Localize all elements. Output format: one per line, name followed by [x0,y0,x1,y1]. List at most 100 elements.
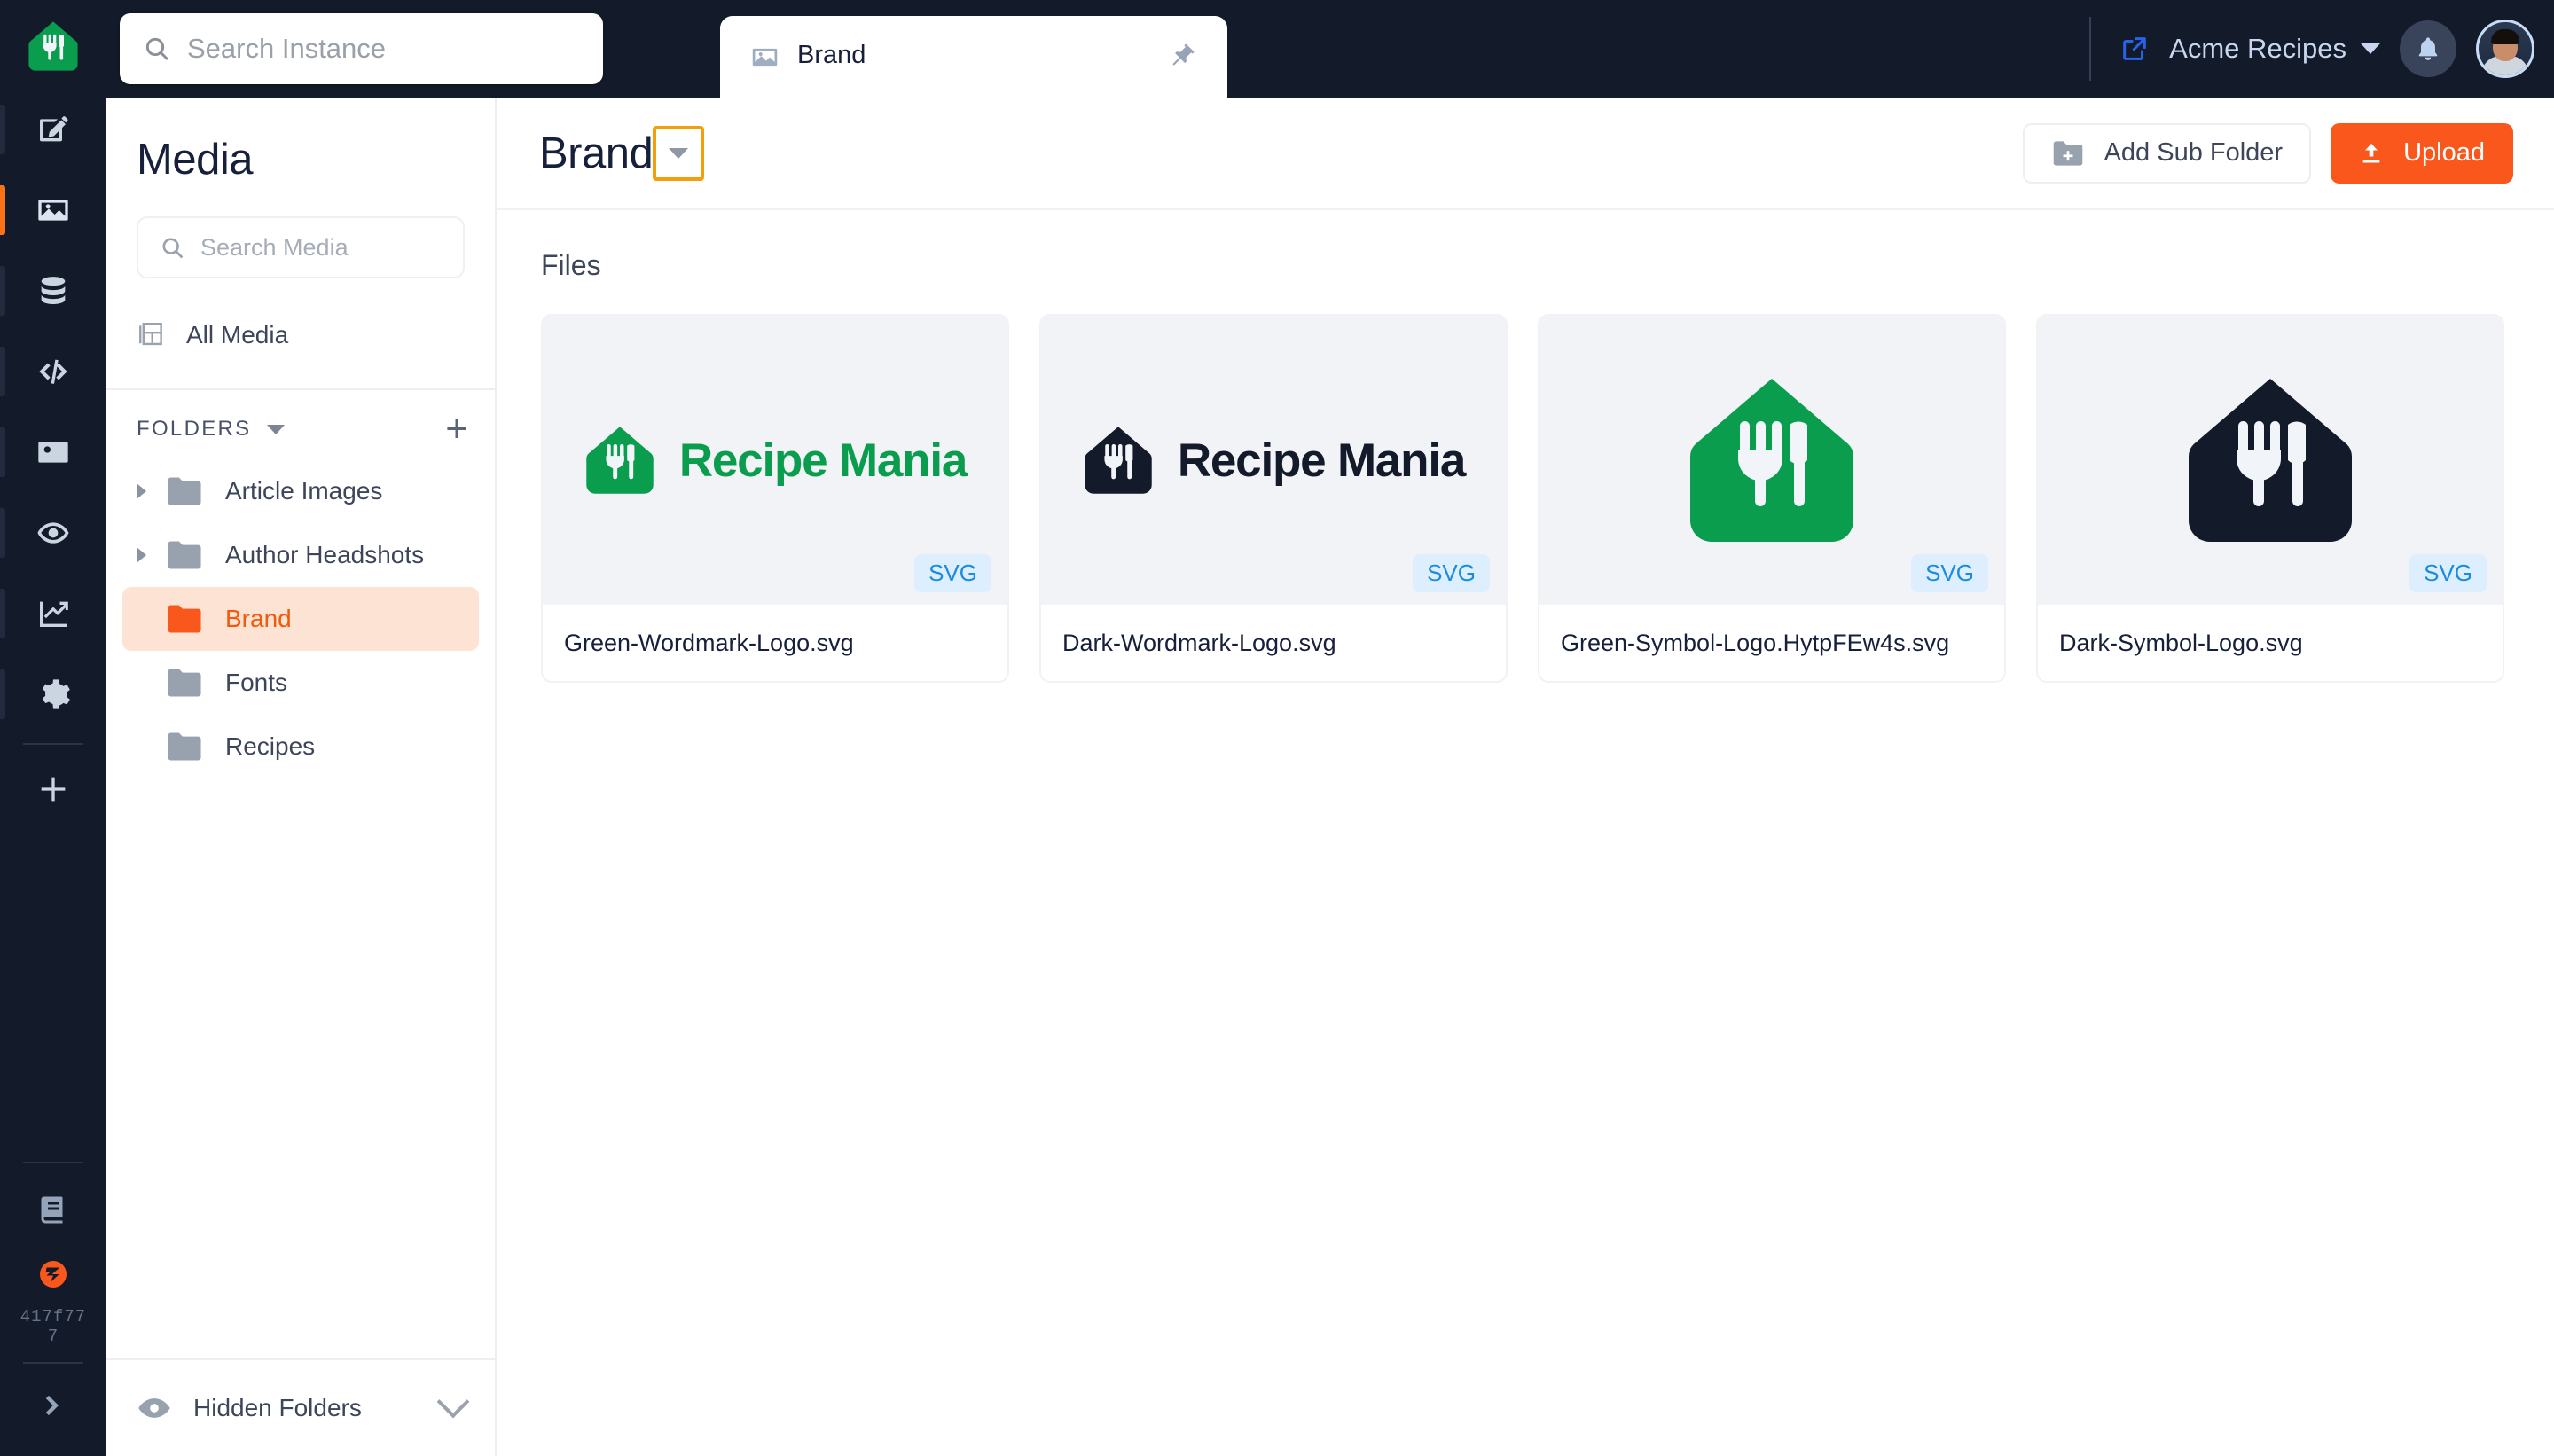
folder-label: Fonts [225,669,288,696]
contact-card-icon [38,441,68,463]
search-instance-placeholder: Search Instance [187,33,387,64]
sidebar-item-content[interactable] [0,89,106,169]
sidebar-item-data[interactable] [0,250,106,331]
folder-actions-dropdown[interactable] [653,125,705,181]
rail-divider [23,743,83,745]
caret-down-icon [669,147,689,159]
wordmark-preview: Recipe Mania [1082,424,1466,497]
sidebar-item-settings[interactable] [0,654,106,734]
active-indicator [0,184,5,235]
wordmark-text: Recipe Mania [678,434,968,487]
page-title: Media [137,136,253,184]
file-type-badge: SVG [2409,554,2487,592]
folder-label: Recipes [225,732,316,760]
pin-icon[interactable] [1169,41,1197,69]
database-icon [41,276,66,304]
folder-icon [168,477,201,505]
folder-item-author-headshots[interactable]: Author Headshots [122,523,479,587]
avatar[interactable] [2476,20,2534,78]
app-logo[interactable] [27,20,80,73]
file-type-badge: SVG [1911,554,1988,592]
expand-arrow-icon[interactable] [129,547,153,563]
chevron-down-icon[interactable] [267,424,286,434]
page-heading: Brand [539,129,654,177]
add-folder-button[interactable]: + [445,410,468,449]
rail-divider-bottom [23,1162,83,1163]
open-site-button[interactable] [2119,34,2150,64]
sidebar-item-contacts[interactable] [0,411,106,492]
zesty-logo-icon [40,1261,67,1288]
rail-item-list [0,89,106,829]
search-icon [145,37,169,61]
upload-button[interactable]: Upload [2331,122,2513,184]
active-indicator [0,669,5,719]
eye-target-icon [37,521,69,544]
sidebar-item-add[interactable] [0,748,106,829]
add-sub-folder-button[interactable]: Add Sub Folder [2022,122,2312,184]
sidebar-item-analytics[interactable] [0,573,106,654]
folders-header-label: FOLDERS [137,417,252,441]
notifications-button[interactable] [2400,20,2456,77]
code-icon [39,359,67,384]
hidden-folders-toggle[interactable]: Hidden Folders [106,1358,495,1456]
folder-plus-icon [2053,140,2082,166]
active-indicator [0,346,5,396]
recipe-mania-symbol-icon [1690,379,1853,542]
folders-header: FOLDERS + [106,390,495,454]
expand-sidebar-button[interactable] [0,1373,106,1438]
files-section-label: Files [541,249,601,281]
file-name: Dark-Symbol-Logo.svg [2059,629,2303,656]
topbar-divider [2089,17,2092,81]
sidebar-item-preview[interactable] [0,492,106,573]
file-card[interactable]: Recipe Mania SVG Dark-Wordmark-Logo.svg [1039,314,1508,683]
folder-item-recipes[interactable]: Recipes [122,715,479,779]
avatar-hair [2491,29,2519,44]
book-icon [41,1196,63,1224]
hidden-folders-label: Hidden Folders [193,1394,362,1421]
zesty-logo-button[interactable] [0,1241,106,1307]
file-card[interactable]: Recipe Mania SVG Green-Wordmark-Logo.svg [541,314,1009,683]
folder-label: Article Images [225,477,383,505]
folder-icon [168,732,201,761]
folder-item-brand[interactable]: Brand [122,587,479,651]
search-instance-field[interactable]: Search Instance [120,13,603,84]
recipe-mania-logo-icon [28,21,78,71]
active-indicator [0,427,5,477]
search-media-input[interactable]: Search Media [137,216,465,278]
files-grid: Recipe Mania SVG Green-Wordmark-Logo.svg [497,282,2554,683]
active-indicator [0,104,5,154]
sidebar-item-media[interactable] [0,169,106,250]
image-icon [752,48,778,67]
image-icon [38,199,68,221]
topbar-right-group: Acme Recipes [2089,0,2534,98]
folder-icon [168,669,201,697]
sidebar-item-all-media[interactable]: All Media [122,303,479,367]
folder-icon [168,541,201,569]
file-card[interactable]: SVG Green-Symbol-Logo.HytpFEw4s.svg [1538,314,2006,683]
chevron-down-icon [2361,43,2380,54]
grid-layout-icon [139,323,162,346]
tab-brand[interactable]: Brand [720,16,1227,114]
folder-item-article-images[interactable]: Article Images [122,459,479,523]
rail-divider-expand [23,1362,83,1364]
docs-button[interactable] [0,1176,106,1241]
folder-item-fonts[interactable]: Fonts [122,651,479,715]
recipe-mania-symbol-icon [2189,379,2352,542]
recipe-mania-symbol-icon [1085,427,1152,494]
active-indicator [0,265,5,316]
top-bar: Search Instance Brand Acme Recipes [106,0,2554,114]
org-switcher[interactable]: Acme Recipes [2169,33,2380,65]
file-thumbnail: SVG [1539,316,2004,605]
file-name: Green-Symbol-Logo.HytpFEw4s.svg [1561,629,1950,656]
external-link-icon [2123,37,2146,60]
chart-line-icon [40,601,68,627]
expand-arrow-icon[interactable] [129,483,153,499]
sidebar-item-code[interactable] [0,331,106,411]
file-card[interactable]: SVG Dark-Symbol-Logo.svg [2036,314,2504,683]
folder-icon [168,605,201,633]
file-type-badge: SVG [1413,554,1490,592]
recipe-mania-symbol-icon [586,427,654,494]
plus-icon [41,777,66,801]
chevron-right-icon [45,1395,59,1416]
tab-label: Brand [797,41,866,69]
